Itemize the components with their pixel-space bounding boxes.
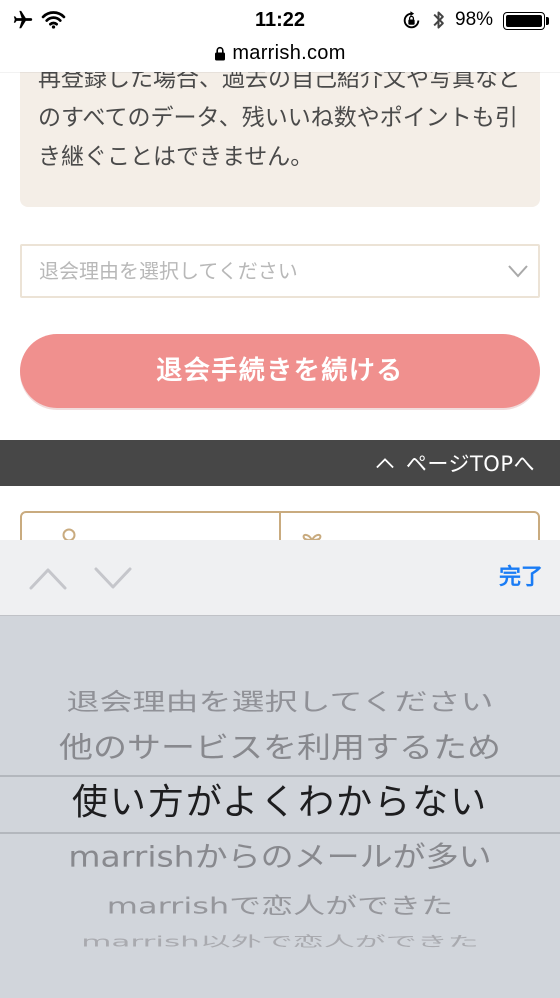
page-top-link[interactable]: ページTOPへ: [376, 440, 535, 486]
picker-wheel[interactable]: 退会理由を選択してください 他のサービスを利用するため 使い方がよくわからない …: [0, 616, 560, 998]
select-value: 退会理由を選択してください: [39, 259, 298, 283]
picker-option[interactable]: marrish以外で恋人ができた: [0, 932, 560, 952]
battery-percent: 98%: [455, 9, 494, 30]
done-button[interactable]: 完了: [499, 540, 543, 616]
phone-screen: 再登録した場合、過去の自己紹介文や写真など のすべてのデータ、残いいね数やポイン…: [0, 0, 560, 998]
chevron-down-icon: [94, 567, 132, 589]
picker-option[interactable]: 退会理由を選択してください: [0, 686, 560, 718]
picker-option[interactable]: 他のサービスを利用するため: [0, 729, 560, 767]
battery-nub: [546, 17, 549, 25]
previous-field-button[interactable]: [28, 564, 68, 592]
address-bar[interactable]: marrish.com: [0, 38, 560, 68]
page-top-label: ページTOPへ: [405, 452, 535, 476]
selection-line: [0, 832, 560, 834]
browser-header: 11:22 98% marrish.com: [0, 0, 560, 72]
picker-option-selected[interactable]: 使い方がよくわからない: [0, 781, 560, 825]
bluetooth-icon: [433, 11, 444, 29]
chevron-up-icon: [29, 568, 67, 590]
picker-option[interactable]: marrishからのメールが多い: [0, 838, 560, 876]
picker-option[interactable]: marrishで恋人ができた: [0, 891, 560, 922]
page-top-bar: ページTOPへ: [0, 440, 560, 486]
lock-icon: [215, 46, 226, 60]
battery-body: [503, 12, 545, 30]
next-field-button[interactable]: [93, 564, 133, 592]
chevron-up-icon: [376, 458, 394, 469]
notice-line: のすべてのデータ、残いいね数やポイントも引: [38, 105, 518, 131]
withdrawal-reason-select[interactable]: 退会理由を選択してください: [20, 244, 540, 298]
rotation-lock-icon: [403, 11, 420, 29]
battery-level: [505, 14, 542, 28]
continue-withdrawal-button[interactable]: 退会手続きを続ける: [20, 334, 540, 408]
battery-icon: [503, 12, 550, 30]
chevron-down-icon: [508, 265, 528, 278]
address-domain: marrish.com: [232, 41, 346, 64]
picker-toolbar: 完了: [0, 540, 560, 616]
notice-line: き継ぐことはできません。: [38, 144, 314, 170]
selection-line: [0, 775, 560, 777]
